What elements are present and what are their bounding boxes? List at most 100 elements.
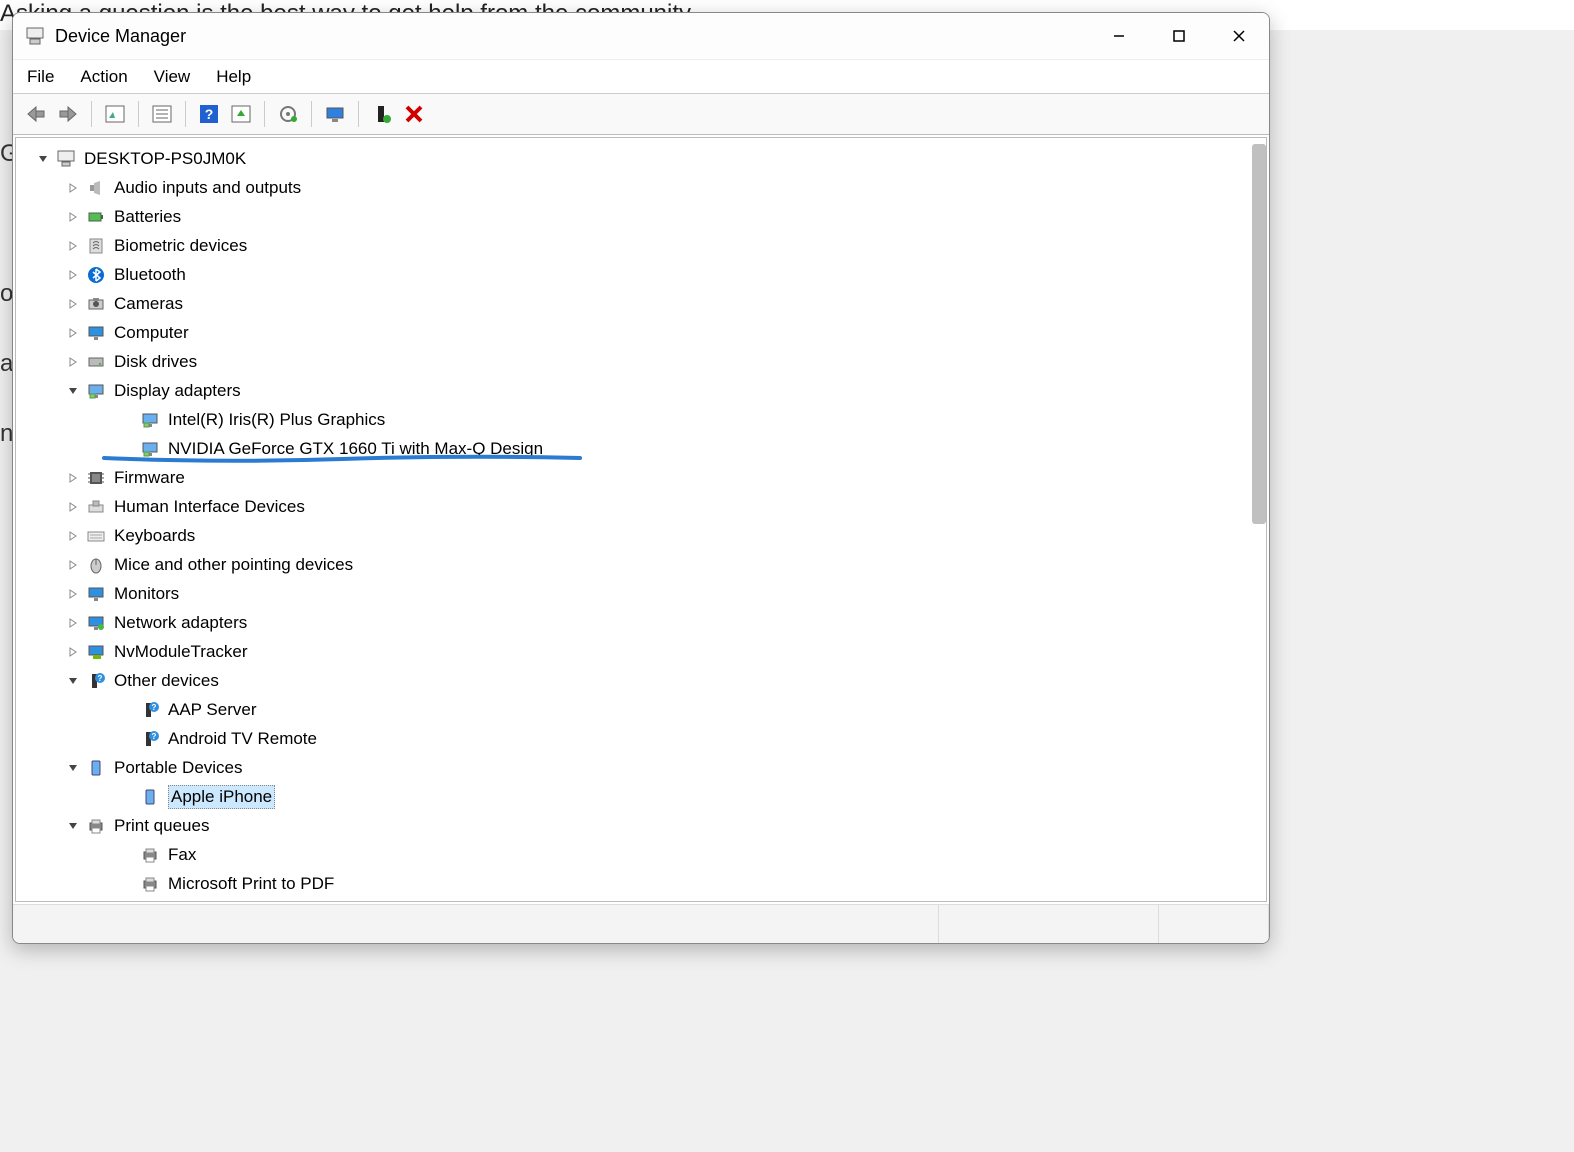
device-tree[interactable]: DESKTOP-PS0JM0KAudio inputs and outputsB…	[15, 137, 1267, 902]
uninstall-icon[interactable]	[275, 101, 301, 127]
chevron-right-icon[interactable]	[66, 645, 80, 659]
tree-item[interactable]: Bluetooth	[16, 260, 1266, 289]
chevron-right-icon[interactable]	[66, 210, 80, 224]
tree-item-label: Bluetooth	[114, 265, 186, 285]
tree-item[interactable]: Apple iPhone	[16, 782, 1266, 811]
chevron-right-icon[interactable]	[66, 181, 80, 195]
tree-item[interactable]: Keyboards	[16, 521, 1266, 550]
network-icon	[86, 613, 106, 633]
tree-item-label: Firmware	[114, 468, 185, 488]
tree-item[interactable]: Print queues	[16, 811, 1266, 840]
minimize-button[interactable]	[1089, 13, 1149, 59]
tree-item[interactable]: Cameras	[16, 289, 1266, 318]
svg-text:?: ?	[152, 732, 157, 741]
tree-item[interactable]: DESKTOP-PS0JM0K	[16, 144, 1266, 173]
toolbar-separator	[185, 101, 186, 127]
mouse-icon	[86, 555, 106, 575]
help-icon[interactable]: ?	[196, 101, 222, 127]
add-driver-icon[interactable]	[369, 101, 395, 127]
tree-item-label: Disk drives	[114, 352, 197, 372]
tree-item[interactable]: Biometric devices	[16, 231, 1266, 260]
scan-hardware-icon[interactable]	[322, 101, 348, 127]
chevron-right-icon[interactable]	[66, 529, 80, 543]
firmware-icon	[86, 468, 106, 488]
tree-item-label: AAP Server	[168, 700, 257, 720]
disk-icon	[86, 352, 106, 372]
monitor-icon	[86, 323, 106, 343]
toolbar-separator	[358, 101, 359, 127]
menu-action[interactable]: Action	[80, 67, 127, 87]
tree-item[interactable]: Human Interface Devices	[16, 492, 1266, 521]
tree-item[interactable]: Microsoft Print to PDF	[16, 869, 1266, 898]
update-driver-icon[interactable]	[228, 101, 254, 127]
back-icon[interactable]	[23, 101, 49, 127]
tree-item[interactable]: Audio inputs and outputs	[16, 173, 1266, 202]
tree-item[interactable]: Portable Devices	[16, 753, 1266, 782]
chevron-down-icon[interactable]	[66, 674, 80, 688]
disable-icon[interactable]	[401, 101, 427, 127]
chevron-down-icon[interactable]	[66, 761, 80, 775]
tree-item[interactable]: Display adapters	[16, 376, 1266, 405]
svg-text:?: ?	[152, 703, 157, 712]
chevron-right-icon[interactable]	[66, 268, 80, 282]
window-controls	[1089, 13, 1269, 59]
tree-item[interactable]: ? AAP Server	[16, 695, 1266, 724]
tree-item-label: Mice and other pointing devices	[114, 555, 353, 575]
printer-icon	[140, 845, 160, 865]
tree-item[interactable]: Monitors	[16, 579, 1266, 608]
chevron-right-icon[interactable]	[66, 587, 80, 601]
chevron-right-icon[interactable]	[66, 500, 80, 514]
show-hidden-icon[interactable]	[102, 101, 128, 127]
toolbar-separator	[311, 101, 312, 127]
unknown-icon: ?	[140, 700, 160, 720]
chevron-right-icon[interactable]	[66, 239, 80, 253]
statusbar	[13, 905, 1269, 943]
tree-item[interactable]: ? Other devices	[16, 666, 1266, 695]
chevron-down-icon[interactable]	[66, 819, 80, 833]
tree-item[interactable]: Disk drives	[16, 347, 1266, 376]
keyboard-icon	[86, 526, 106, 546]
svg-text:?: ?	[98, 674, 103, 683]
menu-help[interactable]: Help	[216, 67, 251, 87]
speaker-icon	[86, 178, 106, 198]
tree-item-label: Monitors	[114, 584, 179, 604]
menu-view[interactable]: View	[154, 67, 191, 87]
tree-item[interactable]: Network adapters	[16, 608, 1266, 637]
tree-item[interactable]: NvModuleTracker	[16, 637, 1266, 666]
tree-item[interactable]: Fax	[16, 840, 1266, 869]
tree-item[interactable]: ?Android TV Remote	[16, 724, 1266, 753]
battery-icon	[86, 207, 106, 227]
tree-item[interactable]: Intel(R) Iris(R) Plus Graphics	[16, 405, 1266, 434]
scrollbar-thumb[interactable]	[1252, 144, 1266, 524]
display-adapter-icon	[140, 410, 160, 430]
chevron-right-icon[interactable]	[66, 355, 80, 369]
tree-item-label: Microsoft Print to PDF	[168, 874, 334, 894]
tree-item-label: Computer	[114, 323, 189, 343]
chevron-right-icon[interactable]	[66, 558, 80, 572]
tree-item[interactable]: Computer	[16, 318, 1266, 347]
tree-item-label: Other devices	[114, 671, 219, 691]
tree-item[interactable]: Batteries	[16, 202, 1266, 231]
tree-item-label: Human Interface Devices	[114, 497, 305, 517]
chevron-right-icon[interactable]	[66, 297, 80, 311]
tree-item-label: Network adapters	[114, 613, 247, 633]
tree-item-label: Print queues	[114, 816, 209, 836]
menu-file[interactable]: File	[27, 67, 54, 87]
tree-item-label: Portable Devices	[114, 758, 243, 778]
chevron-right-icon[interactable]	[66, 471, 80, 485]
chevron-down-icon[interactable]	[36, 152, 50, 166]
tree-item-label: Fax	[168, 845, 196, 865]
annotation-underline	[102, 454, 582, 464]
printer-icon	[140, 874, 160, 894]
maximize-button[interactable]	[1149, 13, 1209, 59]
properties-icon[interactable]	[149, 101, 175, 127]
tree-item[interactable]: Firmware	[16, 463, 1266, 492]
tree-item[interactable]: Mice and other pointing devices	[16, 550, 1266, 579]
chevron-down-icon[interactable]	[66, 384, 80, 398]
forward-icon[interactable]	[55, 101, 81, 127]
chevron-right-icon[interactable]	[66, 616, 80, 630]
chevron-right-icon[interactable]	[66, 326, 80, 340]
hid-icon	[86, 497, 106, 517]
toolbar-separator	[91, 101, 92, 127]
close-button[interactable]	[1209, 13, 1269, 59]
